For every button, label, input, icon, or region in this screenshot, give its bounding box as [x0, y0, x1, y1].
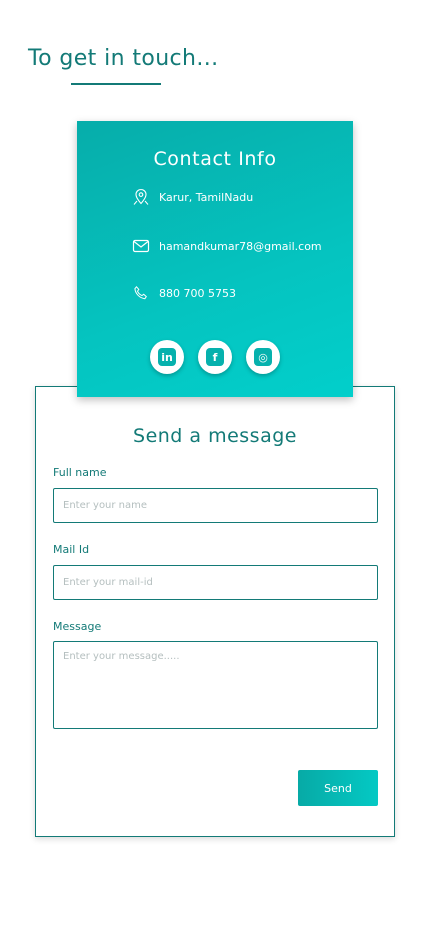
facebook-icon: f [206, 348, 224, 366]
mail-id-input[interactable] [53, 565, 378, 600]
contact-info-card: Contact Info Karur, TamilNadu hamandkuma… [77, 121, 353, 397]
send-message-card: Send a message Full name Mail Id Message… [35, 386, 395, 837]
send-message-title: Send a message [133, 425, 297, 447]
contact-phone-text[interactable]: 880 700 5753 [159, 287, 236, 300]
instagram-icon: ◎ [254, 348, 272, 366]
facebook-button[interactable]: f [198, 340, 232, 374]
location-pin-icon [132, 188, 150, 206]
page-title: To get in touch... [28, 46, 219, 71]
mail-icon [132, 237, 150, 255]
phone-icon [132, 284, 150, 302]
send-button[interactable]: Send [298, 770, 378, 806]
social-links: in f ◎ [77, 340, 353, 374]
full-name-input[interactable] [53, 488, 378, 523]
contact-email-text[interactable]: hamandkumar78@gmail.com [159, 240, 322, 253]
contact-info-title: Contact Info [153, 148, 277, 170]
contact-email-row[interactable]: hamandkumar78@gmail.com [132, 237, 322, 255]
contact-location-text: Karur, TamilNadu [159, 190, 254, 204]
linkedin-icon: in [158, 348, 176, 366]
linkedin-button[interactable]: in [150, 340, 184, 374]
message-label: Message [53, 620, 102, 633]
title-underline [71, 83, 161, 85]
contact-location-row: Karur, TamilNadu [132, 188, 253, 206]
mail-id-label: Mail Id [53, 543, 90, 556]
instagram-button[interactable]: ◎ [246, 340, 280, 374]
full-name-label: Full name [53, 466, 107, 479]
contact-phone-row[interactable]: 880 700 5753 [132, 284, 236, 302]
message-textarea[interactable] [53, 641, 378, 729]
